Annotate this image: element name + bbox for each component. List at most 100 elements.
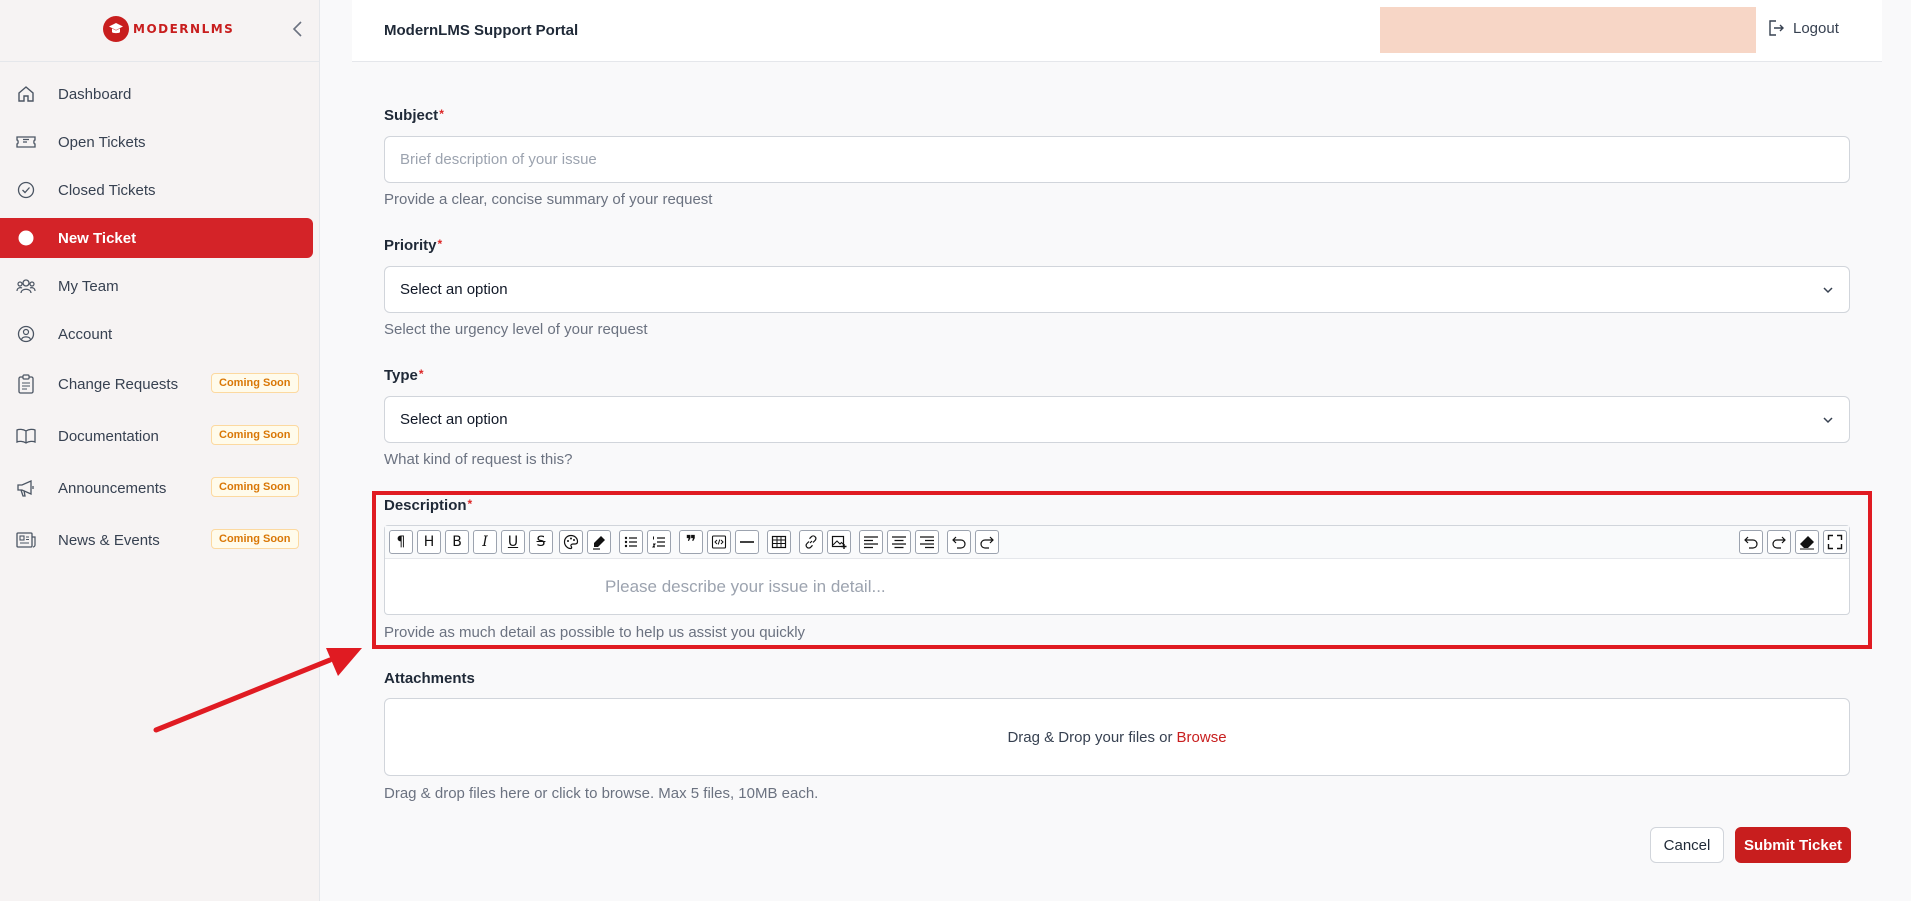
sidebar-item-change-requests[interactable]: Change Requests Coming Soon xyxy=(0,364,313,404)
sidebar-item-dashboard[interactable]: Dashboard xyxy=(0,74,313,114)
fullscreen-button[interactable] xyxy=(1823,530,1847,554)
paragraph-button[interactable]: ¶ xyxy=(389,530,413,554)
sidebar-item-label: Open Tickets xyxy=(58,133,146,151)
image-button[interactable] xyxy=(827,530,851,554)
priority-help-text: Select the urgency level of your request xyxy=(384,321,648,338)
description-placeholder[interactable]: Please describe your issue in detail... xyxy=(605,577,886,597)
browse-link[interactable]: Browse xyxy=(1177,729,1227,746)
description-editor: ¶ H B I U S ❞ Please describe your issue… xyxy=(384,525,1850,615)
align-left-button[interactable] xyxy=(859,530,883,554)
align-left-icon xyxy=(864,536,878,549)
sidebar-item-my-team[interactable]: My Team xyxy=(0,266,313,306)
coming-soon-badge: Coming Soon xyxy=(211,425,299,445)
redo-right-button[interactable] xyxy=(1767,530,1791,554)
sidebar-item-open-tickets[interactable]: Open Tickets xyxy=(0,122,313,162)
sidebar-item-new-ticket[interactable]: New Ticket xyxy=(0,218,313,258)
page-title: ModernLMS Support Portal xyxy=(384,22,579,39)
italic-icon: I xyxy=(482,534,488,550)
required-mark: * xyxy=(418,367,424,381)
sidebar-item-label: Documentation xyxy=(58,427,159,445)
redo-icon xyxy=(980,536,994,549)
align-right-button[interactable] xyxy=(915,530,939,554)
bullet-list-icon xyxy=(624,536,637,548)
editor-toolbar: ¶ H B I U S ❞ xyxy=(385,526,1849,559)
sidebar-item-label: Account xyxy=(58,325,113,343)
undo-button[interactable] xyxy=(947,530,971,554)
submit-ticket-button[interactable]: Submit Ticket xyxy=(1735,827,1851,863)
priority-select[interactable]: Select an option xyxy=(384,266,1850,313)
strikethrough-button[interactable]: S xyxy=(529,530,553,554)
required-mark: * xyxy=(437,237,443,251)
numbered-list-button[interactable] xyxy=(647,530,671,554)
link-button[interactable] xyxy=(799,530,823,554)
sidebar-item-label: Announcements xyxy=(58,479,167,497)
redo-button[interactable] xyxy=(975,530,999,554)
code-block-button[interactable] xyxy=(707,530,731,554)
graduation-cap-icon xyxy=(103,16,129,42)
dropzone-text: Drag & Drop your files or xyxy=(1007,728,1173,746)
type-selected-value: Select an option xyxy=(400,411,508,428)
top-bar: ModernLMS Support Portal Logout xyxy=(352,0,1882,62)
align-center-icon xyxy=(892,536,906,549)
type-select[interactable]: Select an option xyxy=(384,396,1850,443)
eraser-icon xyxy=(1800,536,1814,550)
collapse-sidebar-button[interactable] xyxy=(286,18,308,40)
coming-soon-badge: Coming Soon xyxy=(211,477,299,497)
link-icon xyxy=(805,535,817,549)
subject-placeholder: Brief description of your issue xyxy=(400,151,597,168)
clipboard-icon xyxy=(16,374,36,394)
code-icon xyxy=(711,535,727,549)
sidebar-item-announcements[interactable]: Announcements Coming Soon xyxy=(0,468,313,508)
logout-button[interactable]: Logout xyxy=(1767,19,1839,37)
required-mark: * xyxy=(467,497,473,511)
logout-label: Logout xyxy=(1793,19,1839,37)
horizontal-rule-icon xyxy=(740,541,754,543)
brand-logo[interactable]: MODERNLMS xyxy=(103,16,234,42)
sidebar-item-label: Closed Tickets xyxy=(58,181,156,199)
newspaper-icon xyxy=(16,530,36,550)
coming-soon-badge: Coming Soon xyxy=(211,373,299,393)
bullet-list-button[interactable] xyxy=(619,530,643,554)
cancel-button[interactable]: Cancel xyxy=(1650,827,1724,863)
bold-icon: B xyxy=(452,534,462,550)
chevron-down-icon xyxy=(1823,287,1833,294)
check-circle-icon xyxy=(16,180,36,200)
sidebar-item-label: New Ticket xyxy=(58,229,137,247)
bold-button[interactable]: B xyxy=(445,530,469,554)
undo-right-button[interactable] xyxy=(1739,530,1763,554)
sidebar-item-news-events[interactable]: News & Events Coming Soon xyxy=(0,520,313,560)
quote-icon: ❞ xyxy=(685,531,697,553)
align-right-icon xyxy=(920,536,934,549)
horizontal-rule-button[interactable] xyxy=(735,530,759,554)
description-help-text: Provide as much detail as possible to he… xyxy=(384,624,806,641)
text-color-button[interactable] xyxy=(559,530,583,554)
priority-label: Priority* xyxy=(384,237,443,254)
heading-button[interactable]: H xyxy=(417,530,441,554)
table-button[interactable] xyxy=(767,530,791,554)
sidebar-item-account[interactable]: Account xyxy=(0,314,313,354)
sidebar-item-documentation[interactable]: Documentation Coming Soon xyxy=(0,416,313,456)
italic-button[interactable]: I xyxy=(473,530,497,554)
undo-icon xyxy=(1744,536,1758,549)
undo-icon xyxy=(952,536,966,549)
sidebar: MODERNLMS Dashboard Open Tickets Closed … xyxy=(0,0,320,901)
sidebar-header: MODERNLMS xyxy=(0,0,319,62)
chevron-down-icon xyxy=(1823,417,1833,424)
clear-format-button[interactable] xyxy=(1795,530,1819,554)
chevron-left-icon xyxy=(292,21,302,37)
team-icon xyxy=(16,276,36,296)
quote-button[interactable]: ❞ xyxy=(679,530,703,554)
brand-name: MODERNLMS xyxy=(133,22,235,36)
underline-button[interactable]: U xyxy=(501,530,525,554)
heading-icon: H xyxy=(423,534,435,550)
paragraph-icon: ¶ xyxy=(396,534,406,550)
subject-input[interactable]: Brief description of your issue xyxy=(384,136,1850,183)
type-label: Type* xyxy=(384,367,424,384)
sidebar-item-label: Dashboard xyxy=(58,85,132,103)
align-center-button[interactable] xyxy=(887,530,911,554)
sidebar-item-closed-tickets[interactable]: Closed Tickets xyxy=(0,170,313,210)
file-dropzone[interactable]: Drag & Drop your files or Browse xyxy=(384,698,1850,776)
attachments-help-text: Drag & drop files here or click to brows… xyxy=(384,785,819,802)
highlight-button[interactable] xyxy=(587,530,611,554)
megaphone-icon xyxy=(16,478,36,498)
